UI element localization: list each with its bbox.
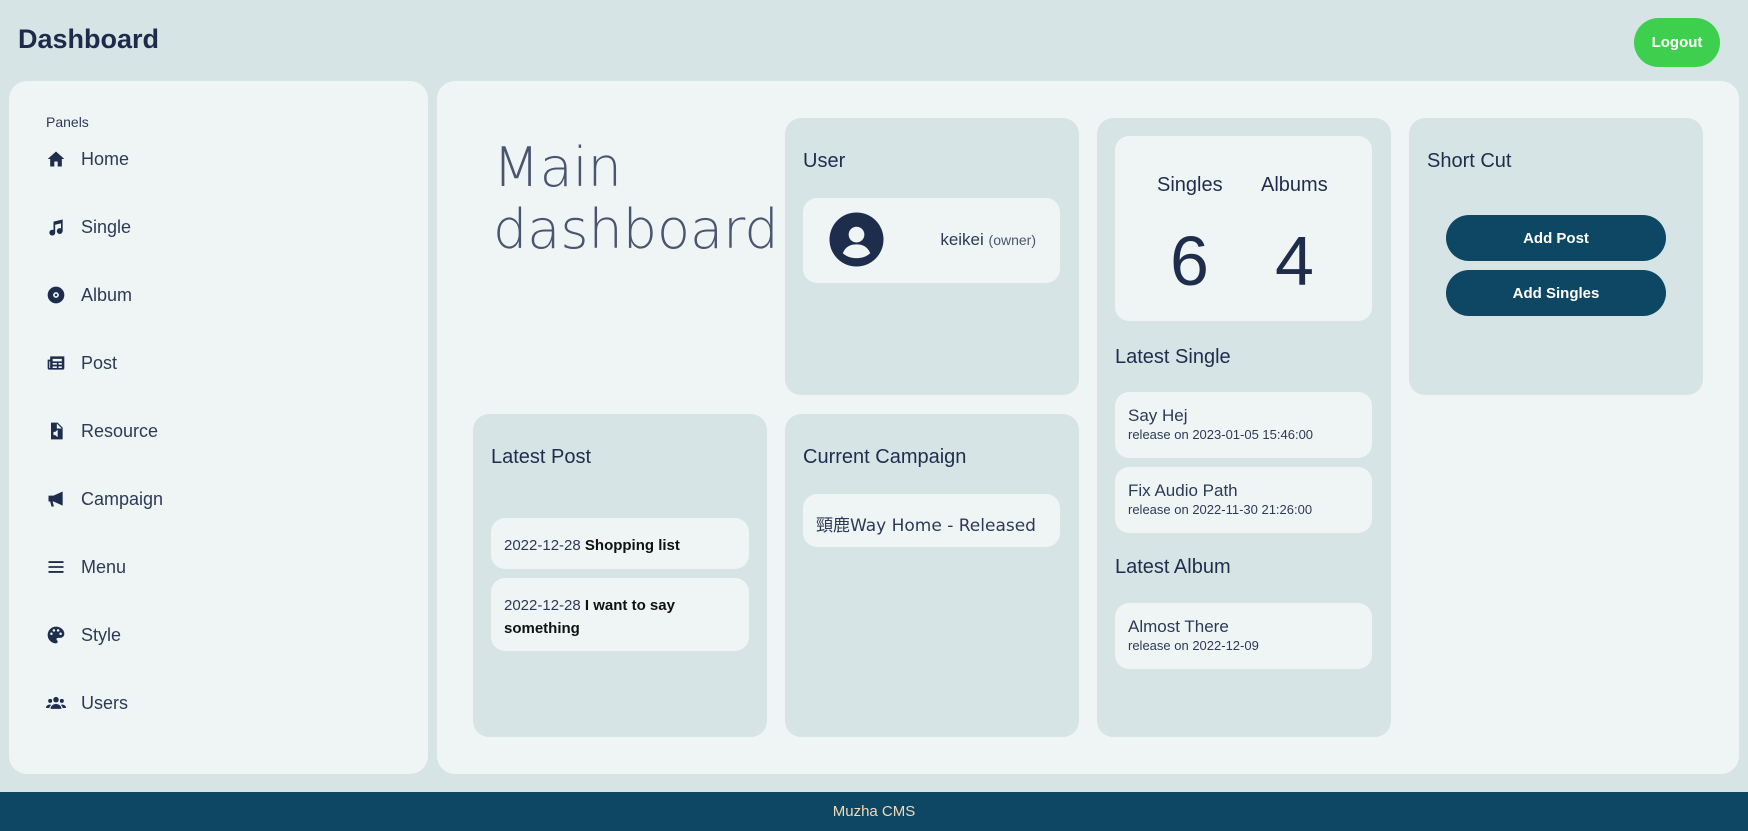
sidebar-item-label: Style — [81, 624, 122, 645]
user-avatar-icon — [829, 212, 884, 267]
sidebar: Panels Home Single Album Post Resource C… — [9, 81, 428, 774]
albums-count: 4 — [1275, 222, 1314, 300]
single-release-date: release on 2022-11-30 21:26:00 — [1128, 502, 1313, 517]
sidebar-item-post[interactable]: Post — [44, 343, 384, 383]
shortcut-card: Short Cut Add Post Add Singles — [1409, 118, 1703, 395]
disc-icon — [44, 283, 68, 307]
post-date: 2022-12-28 — [504, 537, 581, 554]
sidebar-item-label: Post — [81, 352, 118, 373]
singles-count: 6 — [1170, 222, 1209, 300]
sidebar-item-campaign[interactable]: Campaign — [44, 479, 384, 519]
releases-card: Singles Albums 6 4 Latest Single Say Hej… — [1097, 118, 1391, 737]
user-name-line: keikei (owner) — [940, 230, 1036, 250]
user-name: keikei — [940, 230, 984, 249]
sidebar-item-style[interactable]: Style — [44, 615, 384, 655]
user-card: User keikei (owner) — [785, 118, 1079, 395]
release-counts: Singles Albums 6 4 — [1115, 136, 1372, 321]
single-item[interactable]: Say Hej release on 2023-01-05 15:46:00 — [1115, 392, 1372, 458]
albums-label: Albums — [1261, 174, 1328, 196]
sidebar-item-label: Users — [81, 692, 129, 713]
post-item[interactable]: 2022-12-28 I want to say something — [491, 578, 749, 651]
sidebar-item-label: Album — [81, 284, 133, 305]
single-item[interactable]: Fix Audio Path release on 2022-11-30 21:… — [1115, 467, 1372, 533]
sidebar-item-label: Single — [81, 216, 132, 237]
main-heading: Main dashboard — [493, 136, 779, 261]
user-info: keikei (owner) — [803, 198, 1060, 283]
sidebar-item-single[interactable]: Single — [44, 207, 384, 247]
campaign-title: Current Campaign — [803, 446, 967, 468]
campaign-card: Current Campaign 頸鹿Way Home - Released — [785, 414, 1079, 737]
sidebar-item-album[interactable]: Album — [44, 275, 384, 315]
add-singles-button[interactable]: Add Singles — [1446, 270, 1666, 316]
sidebar-item-home[interactable]: Home — [44, 139, 384, 179]
sidebar-item-label: Resource — [81, 420, 159, 441]
sidebar-item-users[interactable]: Users — [44, 683, 384, 723]
album-item[interactable]: Almost There release on 2022-12-09 — [1115, 603, 1372, 669]
latest-album-title: Latest Album — [1115, 556, 1231, 578]
sidebar-item-menu[interactable]: Menu — [44, 547, 384, 587]
post-item[interactable]: 2022-12-28 Shopping list — [491, 518, 749, 569]
footer: Muzha CMS — [0, 792, 1748, 831]
menu-lines-icon — [44, 555, 68, 579]
page-title: Dashboard — [18, 24, 160, 54]
top-bar: Dashboard Logout — [0, 0, 1748, 81]
singles-label: Singles — [1157, 174, 1223, 196]
single-name: Fix Audio Path — [1128, 481, 1238, 500]
latest-post-card: Latest Post 2022-12-28 Shopping list 202… — [473, 414, 767, 737]
sidebar-item-resource[interactable]: Resource — [44, 411, 384, 451]
single-release-date: release on 2023-01-05 15:46:00 — [1128, 427, 1314, 442]
megaphone-icon — [44, 487, 68, 511]
home-icon — [44, 147, 68, 171]
single-name: Say Hej — [1128, 406, 1188, 425]
user-role: (owner) — [988, 232, 1036, 248]
latest-single-title: Latest Single — [1115, 346, 1231, 368]
sidebar-section-label: Panels — [46, 114, 89, 130]
sidebar-item-label: Menu — [81, 556, 127, 577]
shortcut-title: Short Cut — [1427, 150, 1512, 172]
campaign-item[interactable]: 頸鹿Way Home - Released — [803, 494, 1060, 547]
album-name: Almost There — [1128, 617, 1229, 636]
logout-button[interactable]: Logout — [1634, 18, 1720, 67]
sidebar-item-label: Home — [81, 148, 130, 169]
sidebar-item-label: Campaign — [81, 488, 164, 509]
users-icon — [44, 691, 68, 715]
audio-file-icon — [44, 419, 68, 443]
add-post-button[interactable]: Add Post — [1446, 215, 1666, 261]
music-note-icon — [44, 215, 68, 239]
main-panel: Main dashboard User keikei (owner) Singl… — [437, 81, 1739, 774]
latest-post-title: Latest Post — [491, 446, 592, 468]
palette-icon — [44, 623, 68, 647]
album-release-date: release on 2022-12-09 — [1128, 638, 1259, 653]
newspaper-icon — [44, 351, 68, 375]
post-title: Shopping list — [584, 537, 680, 554]
post-date: 2022-12-28 — [504, 597, 581, 614]
user-card-title: User — [803, 150, 846, 172]
